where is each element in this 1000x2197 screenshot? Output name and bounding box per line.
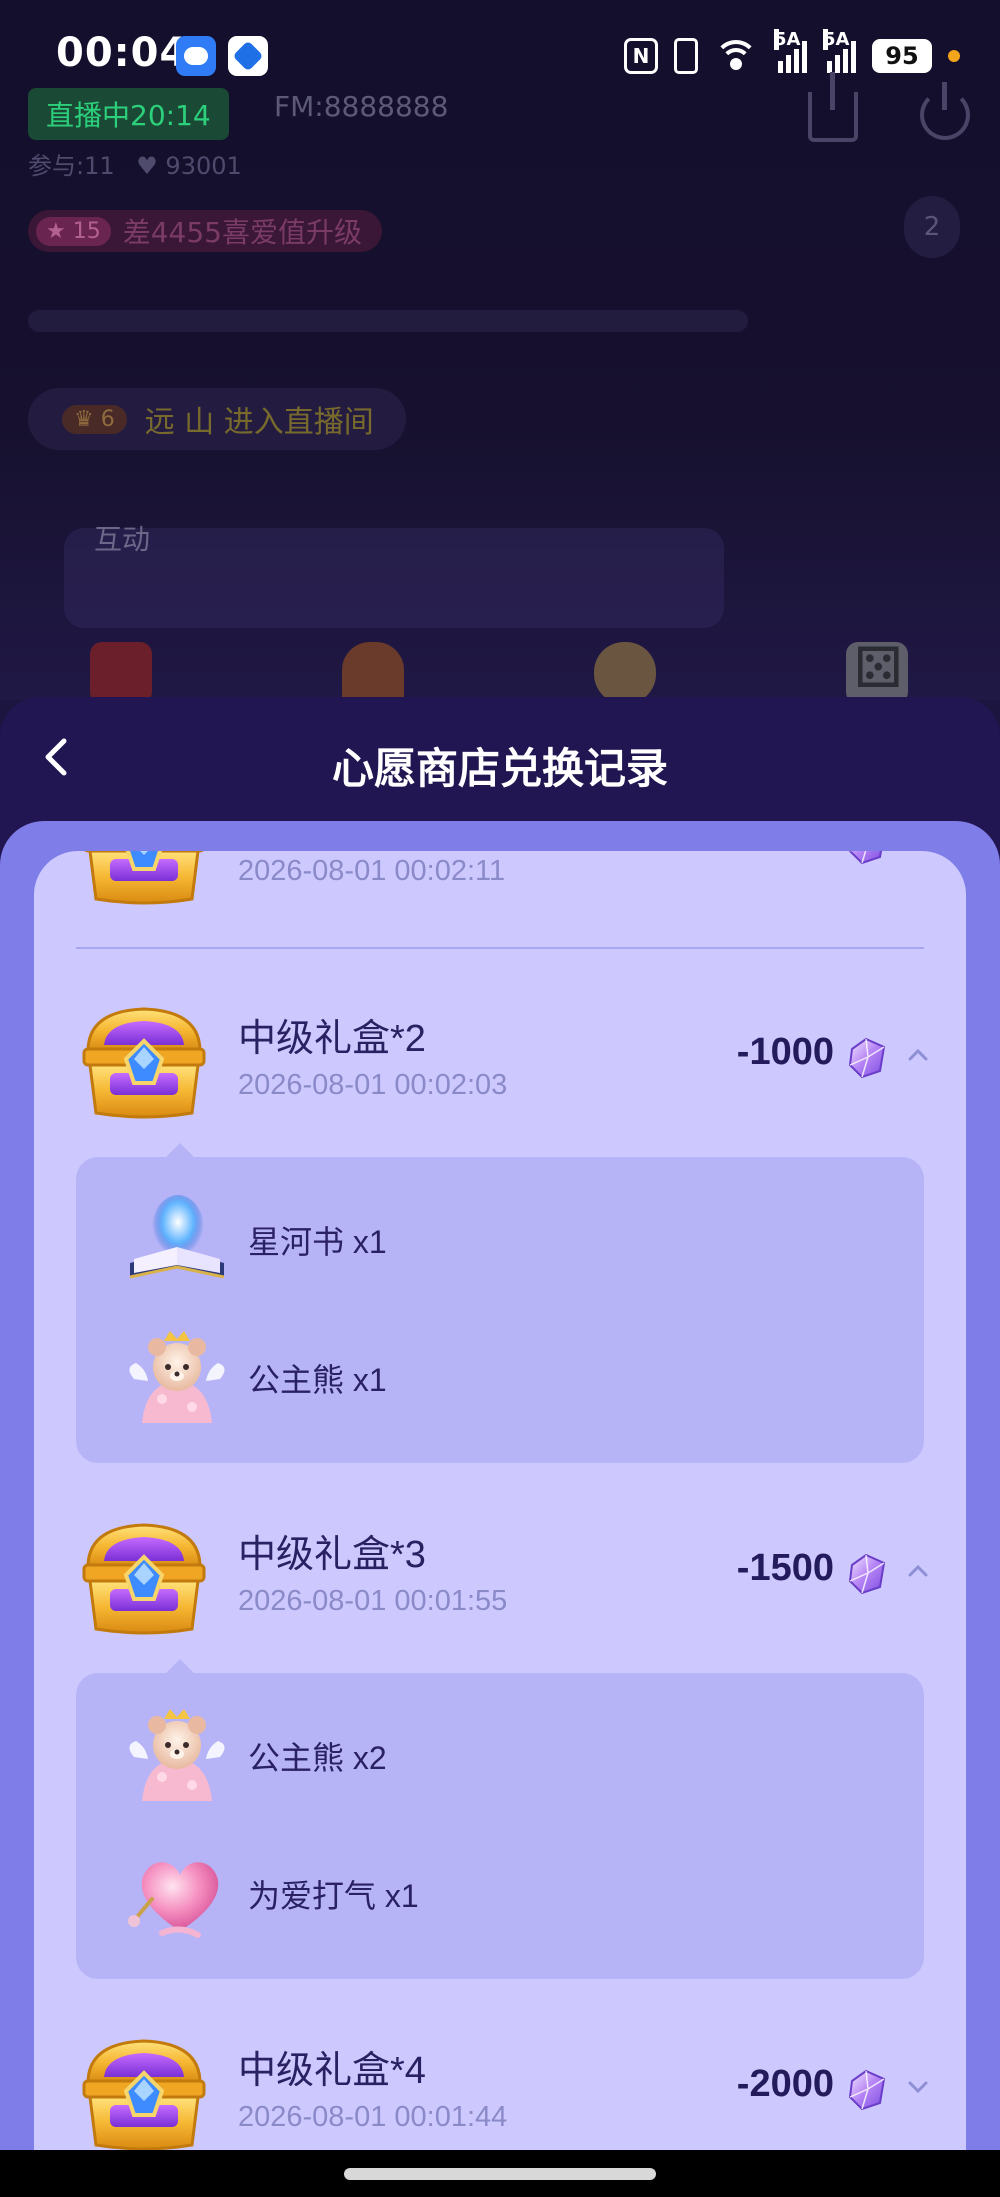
battery-indicator: 95 [872, 39, 932, 73]
record-row[interactable]: 中级礼盒*3 2026-08-01 00:01:55 -1500 [34, 1495, 966, 1645]
chevron-down-icon[interactable] [906, 851, 930, 853]
record-detail: 星河书 x1 公主熊 x1 [76, 1143, 924, 1463]
share-icon [808, 72, 858, 142]
signal-icon-1: 5A [774, 29, 807, 73]
enter-level-badge: ♛ 6 [62, 404, 127, 434]
victory-hand-icon [594, 642, 656, 704]
vibrate-icon [674, 38, 698, 74]
record-row[interactable]: 中级礼盒*2 2026-08-01 00:02:03 -1000 [34, 979, 966, 1129]
detail-item: 为爱打气 x1 [76, 1823, 924, 1963]
enter-text: 远 山 进入直播间 [144, 405, 374, 440]
status-indicators: N 5A 5A 95 [624, 29, 960, 78]
sheet-body: 2026-08-01 00:02:11 -500 中级礼盒*2 2026-08-… [0, 821, 1000, 2197]
audience-rank-count: 2 [904, 196, 960, 258]
record-amount: -500 [758, 851, 834, 860]
fm-number: FM:8888888 [274, 90, 449, 123]
level-text: 差4455喜爱值升级 [122, 216, 362, 249]
detail-item: 公主熊 x1 [76, 1307, 924, 1447]
gem-icon [844, 1551, 890, 1597]
participants-count: 参与:11 [28, 152, 115, 180]
level-progress-pill: ★ 15 差4455喜爱值升级 [28, 210, 382, 252]
record-time: 2026-08-01 00:02:03 [238, 1069, 508, 1101]
likes-count: 93001 [165, 152, 242, 180]
record-name: 中级礼盒*3 [238, 1534, 426, 1576]
live-room-background: 直播中20:14 FM:8888888 参与:11 ♥ 93001 ★ 15 差… [0, 72, 1000, 704]
dice-icon [846, 636, 908, 704]
gem-icon [844, 1035, 890, 1081]
princess-bear-icon [122, 1701, 232, 1811]
record-amount: -2000 [736, 2063, 834, 2105]
signal-1-label: 5A [774, 29, 801, 50]
record-time: 2026-08-01 00:01:55 [238, 1585, 508, 1617]
princess-bear-icon [122, 1323, 232, 1433]
record-list[interactable]: 2026-08-01 00:02:11 -500 中级礼盒*2 2026-08-… [34, 851, 966, 2197]
record-time: 2026-08-01 00:02:11 [238, 855, 506, 887]
record-row[interactable]: 2026-08-01 00:02:11 -500 [34, 851, 966, 915]
treasure-chest-icon [74, 2031, 214, 2155]
chevron-up-icon[interactable] [906, 1043, 930, 1067]
exchange-record-sheet: 心愿商店兑换记录 2026-08-01 00:02:11 -500 [0, 697, 1000, 2197]
interaction-panel-bg [64, 528, 724, 628]
gift-label: 为爱打气 x1 [248, 1878, 419, 1914]
star-river-book-icon [129, 1195, 225, 1279]
alarm-light-icon [342, 642, 404, 704]
live-duration-badge: 直播中20:14 [28, 88, 229, 140]
level-badge: ★ 15 [36, 216, 111, 246]
record-name: 中级礼盒*4 [238, 2050, 426, 2092]
status-bar: 00:04 N 5A 5A 95 [0, 0, 1000, 100]
gift-label: 星河书 x1 [248, 1224, 387, 1260]
gift-label: 公主熊 x2 [248, 1740, 387, 1776]
sheet-title: 心愿商店兑换记录 [331, 744, 668, 793]
enter-room-notice: ♛ 6 远 山 进入直播间 [28, 388, 406, 450]
power-icon [920, 82, 970, 140]
record-time: 2026-08-01 00:01:44 [238, 2101, 508, 2133]
love-balloon-icon [128, 1862, 219, 1938]
nfc-icon: N [624, 38, 658, 74]
gift-label: 公主熊 x1 [248, 1362, 387, 1398]
chevron-up-icon[interactable] [906, 1559, 930, 1583]
heart-icon: ♥ [136, 152, 158, 180]
record-detail: 公主熊 x2 为爱打气 x1 [76, 1659, 924, 1979]
messages-app-icon [176, 36, 216, 76]
wifi-icon [714, 38, 758, 74]
signal-icon-2: 5A [823, 29, 856, 73]
home-indicator[interactable] [344, 2168, 656, 2180]
sheet-header: 心愿商店兑换记录 [0, 697, 1000, 827]
gem-icon [844, 851, 890, 867]
live-stats: 参与:11 ♥ 93001 [28, 146, 242, 181]
gem-icon [844, 2067, 890, 2113]
charging-dot-icon [948, 50, 960, 62]
detail-item: 公主熊 x2 [76, 1685, 924, 1825]
record-row[interactable]: 中级礼盒*4 2026-08-01 00:01:44 -2000 [34, 2011, 966, 2161]
status-time: 00:04 [56, 30, 189, 76]
announcement-bar [28, 310, 748, 332]
detail-item: 星河书 x1 [76, 1169, 924, 1309]
signal-2-label: 5A [823, 29, 850, 50]
treasure-chest-icon [74, 1515, 214, 1639]
interaction-title: 互动 [94, 523, 151, 556]
treasure-chest-icon [74, 851, 214, 909]
divider [76, 947, 924, 949]
record-name: 中级礼盒*2 [238, 1018, 426, 1060]
app-notification-icon [228, 36, 268, 76]
red-packet-icon [90, 642, 152, 704]
chevron-down-icon[interactable] [906, 2075, 930, 2099]
record-amount: -1000 [736, 1031, 834, 1073]
navigation-bar [0, 2150, 1000, 2197]
treasure-chest-icon [74, 999, 214, 1123]
record-amount: -1500 [736, 1547, 834, 1589]
